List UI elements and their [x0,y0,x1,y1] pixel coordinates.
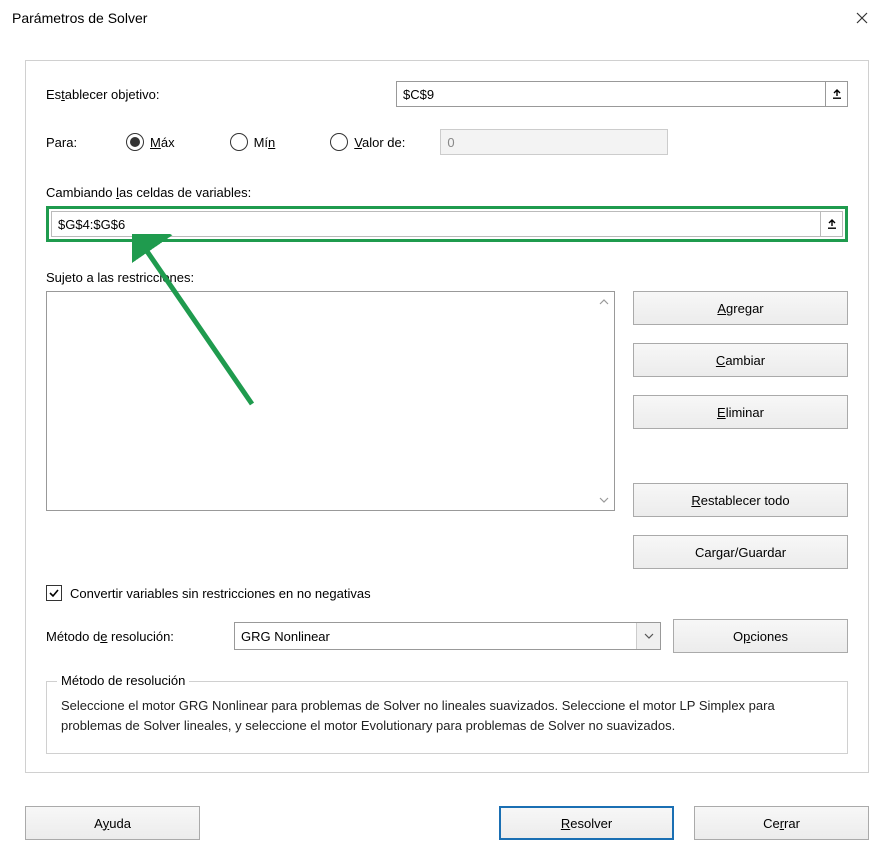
close-icon [856,12,868,24]
check-icon [48,587,60,599]
collapse-icon [831,88,843,100]
radio-min[interactable]: Mín [230,133,276,151]
opciones-button[interactable]: Opciones [673,619,848,653]
method-row: Método de resolución: GRG Nonlinear Opci… [46,619,848,653]
eliminar-button[interactable]: Eliminar [633,395,848,429]
resolver-button[interactable]: Resolver [499,806,674,840]
constraints-buttons: Agregar Cambiar Eliminar Restablecer tod… [633,291,848,569]
radio-min-label: Mín [254,135,276,150]
nonneg-label: Convertir variables sin restricciones en… [70,586,371,601]
radio-valor[interactable]: Valor de: [330,133,405,151]
restablecer-button[interactable]: Restablecer todo [633,483,848,517]
radio-min-circle[interactable] [230,133,248,151]
method-label: Método de resolución: [46,629,222,644]
titlebar: Parámetros de Solver [0,0,894,36]
radio-max-circle[interactable] [126,133,144,151]
collapse-icon [826,218,838,230]
constraints-listbox[interactable] [46,291,615,511]
method-description-group: Método de resolución Seleccione el motor… [46,681,848,754]
close-button[interactable] [842,0,882,36]
objective-input-wrap [396,81,848,107]
radio-valor-label: Valor de: [354,135,405,150]
variables-ref-button[interactable] [821,211,843,237]
radio-valor-circle[interactable] [330,133,348,151]
objective-row: Establecer objetivo: [46,81,848,107]
para-row: Para: Máx Mín Valor de: [46,129,848,155]
cargar-button[interactable]: Cargar/Guardar [633,535,848,569]
scroll-down-icon[interactable] [596,492,612,508]
method-description-legend: Método de resolución [57,673,189,688]
objective-label: Establecer objetivo: [46,87,396,102]
method-value: GRG Nonlinear [241,629,330,644]
objective-input[interactable] [396,81,826,107]
objective-ref-button[interactable] [826,81,848,107]
valor-input[interactable] [440,129,668,155]
chevron-down-icon [636,623,660,649]
radio-max[interactable]: Máx [126,133,175,151]
variables-label: Cambiando las celdas de variables: [46,185,848,200]
cambiar-button[interactable]: Cambiar [633,343,848,377]
nonneg-checkbox[interactable] [46,585,62,601]
nonneg-row: Convertir variables sin restricciones en… [46,585,848,601]
window-title: Parámetros de Solver [12,10,842,26]
radio-max-label: Máx [150,135,175,150]
method-select[interactable]: GRG Nonlinear [234,622,661,650]
variables-highlight [46,206,848,242]
constraints-label: Sujeto a las restricciones: [46,270,848,285]
method-description-text: Seleccione el motor GRG Nonlinear para p… [61,696,833,735]
para-label: Para: [46,135,126,150]
ayuda-button[interactable]: Ayuda [25,806,200,840]
dialog-buttons: Ayuda Resolver Cerrar [25,806,869,840]
agregar-button[interactable]: Agregar [633,291,848,325]
constraints-area: Agregar Cambiar Eliminar Restablecer tod… [46,291,848,569]
scroll-up-icon[interactable] [596,294,612,310]
variables-input[interactable] [51,211,821,237]
cerrar-button[interactable]: Cerrar [694,806,869,840]
main-panel: Establecer objetivo: Para: Máx Mín Valor… [25,60,869,773]
